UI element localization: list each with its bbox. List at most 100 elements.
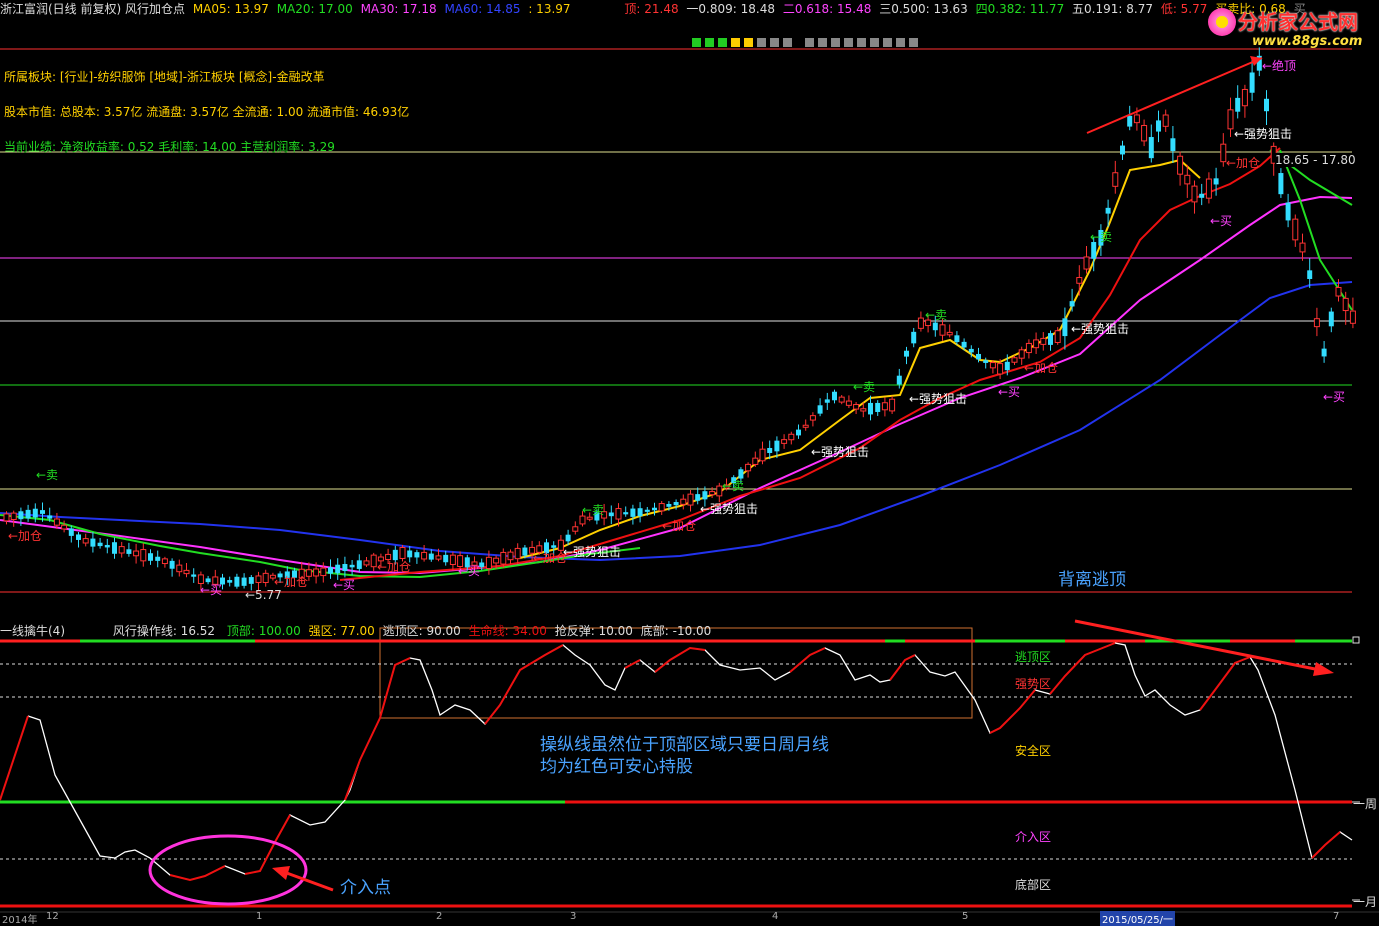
candle-body bbox=[1083, 256, 1090, 270]
entry-point-annotation: 介入点 bbox=[340, 878, 391, 898]
candle-body bbox=[745, 463, 752, 472]
ma5-line bbox=[519, 158, 1201, 559]
candle-body bbox=[320, 567, 327, 577]
candle-body bbox=[47, 515, 53, 519]
candle-body bbox=[968, 348, 974, 353]
candle-body bbox=[658, 503, 665, 512]
performance-info: 当前业绩: 净资收益率: 0.52 毛利率: 14.00 主营利润率: 3.29 bbox=[4, 140, 335, 154]
candle-body bbox=[709, 491, 716, 496]
candlesticks bbox=[3, 47, 1356, 591]
candle-body bbox=[349, 564, 355, 568]
signal-strike-5: ←强势狙击 bbox=[1071, 322, 1130, 336]
signal-buy-6: ←买 bbox=[1323, 390, 1346, 404]
candle-body bbox=[32, 508, 38, 518]
candle-body bbox=[946, 331, 953, 336]
xaxis-label-2: 2 bbox=[436, 911, 443, 922]
candle-body bbox=[1184, 174, 1191, 185]
divergence-arrow-top bbox=[1086, 57, 1263, 134]
candle-body bbox=[1213, 178, 1219, 185]
candle-body bbox=[1162, 114, 1169, 127]
candle-body bbox=[1105, 207, 1111, 214]
candle-body bbox=[896, 375, 902, 385]
candle-body bbox=[507, 551, 514, 561]
candle-body bbox=[140, 549, 147, 562]
candle-body bbox=[118, 546, 125, 554]
candle-body bbox=[860, 408, 867, 412]
signal-buy-4: ←买 bbox=[998, 385, 1021, 399]
ma20-line-end bbox=[1279, 149, 1353, 311]
candle-body bbox=[1033, 339, 1040, 349]
candle-body bbox=[68, 528, 74, 536]
candle-body bbox=[875, 402, 881, 412]
candle-body bbox=[342, 564, 348, 572]
candle-body bbox=[1170, 138, 1176, 152]
candle-body bbox=[1018, 349, 1025, 359]
candle-body bbox=[399, 547, 406, 559]
xaxis-label-0b: 12 bbox=[46, 911, 59, 922]
candle-body bbox=[169, 560, 175, 569]
candle-body bbox=[702, 491, 708, 500]
candle-body bbox=[90, 538, 96, 547]
candle-body bbox=[1127, 115, 1133, 127]
indicator-header: 一线擒牛(4) 风行操作线: 16.52 顶部: 100.00 强区: 77.0… bbox=[0, 622, 711, 639]
candle-body bbox=[1141, 124, 1148, 142]
signal-add-3: ←加仓 bbox=[377, 560, 412, 574]
xaxis-label-7: 7 bbox=[1333, 911, 1340, 922]
xaxis-label-0: 2014年 bbox=[2, 915, 38, 926]
candle-body bbox=[356, 560, 362, 569]
signal-sell-5: ←卖 bbox=[925, 308, 948, 322]
candle-body bbox=[10, 512, 17, 521]
candle-body bbox=[911, 331, 917, 344]
candle-body bbox=[370, 554, 377, 568]
candle-body bbox=[666, 503, 672, 507]
signal-buy-2: ←买 bbox=[333, 578, 356, 592]
candle-body bbox=[1264, 98, 1269, 112]
entry-point-arrow bbox=[283, 870, 334, 892]
candle-body bbox=[428, 553, 434, 560]
candle-body bbox=[493, 557, 500, 564]
candle-body bbox=[449, 554, 456, 565]
candle-body bbox=[500, 551, 507, 565]
signal-add-4: ←加仓 bbox=[533, 551, 568, 565]
candle-body bbox=[262, 572, 269, 584]
candle-body bbox=[673, 502, 679, 506]
indicator-top: 顶部: 100.00 bbox=[226, 624, 301, 638]
candle-body bbox=[917, 317, 924, 329]
candle-body bbox=[1120, 145, 1125, 155]
candle-body bbox=[1299, 242, 1306, 253]
candle-body bbox=[97, 542, 103, 547]
candle-body bbox=[227, 580, 233, 583]
candle-body bbox=[752, 457, 759, 465]
candle-body bbox=[1025, 342, 1032, 354]
candle-body bbox=[1048, 333, 1053, 345]
candle-body bbox=[1313, 318, 1320, 328]
candle-body bbox=[1235, 97, 1241, 112]
candle-body bbox=[255, 575, 262, 583]
candle-body bbox=[82, 538, 89, 544]
candle-body bbox=[53, 518, 60, 526]
candle-body bbox=[637, 508, 643, 517]
candle-body bbox=[176, 564, 183, 573]
candle-body bbox=[989, 362, 996, 369]
signal-add-7: ←加仓 bbox=[1024, 361, 1059, 375]
candle-body bbox=[809, 415, 816, 421]
right-mark-month: 一月 bbox=[1353, 895, 1378, 909]
signal-add-2: ←加仓 bbox=[274, 575, 309, 589]
signal-jueding: ←绝顶 bbox=[1262, 59, 1297, 73]
candle-body bbox=[183, 569, 190, 575]
candle-body bbox=[1156, 120, 1161, 132]
candle-body bbox=[155, 556, 161, 561]
candle-body bbox=[1011, 357, 1018, 363]
signal-buy-5: ←买 bbox=[1210, 214, 1233, 228]
candle-body bbox=[774, 440, 780, 452]
candle-body bbox=[853, 404, 860, 410]
candle-body bbox=[1191, 185, 1198, 203]
xaxis-label-5: 5 bbox=[962, 911, 969, 922]
candle-body bbox=[939, 324, 946, 336]
indicator-escape: 逃顶区: 90.00 bbox=[382, 624, 461, 638]
candle-body bbox=[1054, 330, 1061, 343]
candle-body bbox=[551, 545, 557, 548]
candle-body bbox=[1069, 301, 1075, 307]
candle-body bbox=[241, 577, 247, 586]
signal-buy-1: ←买 bbox=[200, 583, 223, 597]
